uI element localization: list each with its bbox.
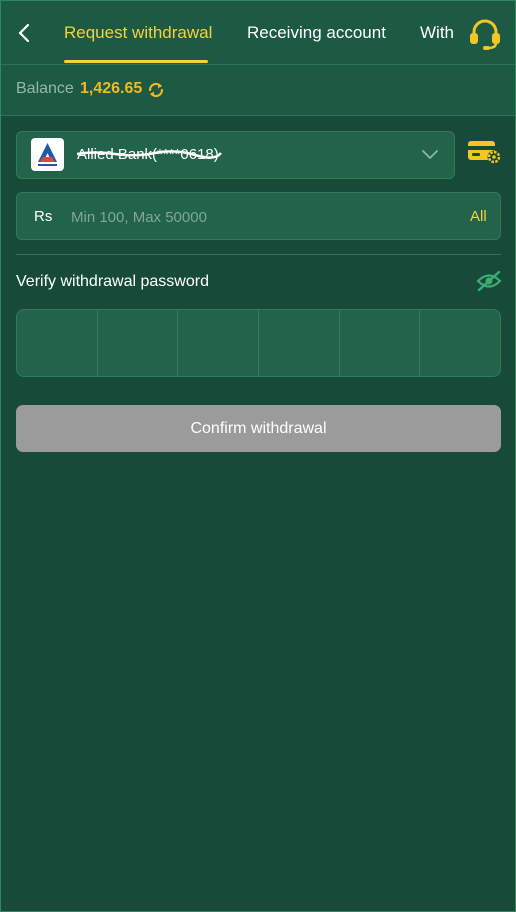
password-digit-box[interactable] — [259, 310, 340, 376]
headset-icon — [470, 19, 500, 50]
active-tab-indicator — [64, 60, 208, 63]
divider — [16, 254, 501, 255]
tab-withdrawal-history[interactable]: With — [420, 1, 454, 64]
password-digit-box[interactable] — [17, 310, 98, 376]
refresh-balance-button[interactable] — [147, 81, 165, 99]
balance-value: 1,426.65 — [80, 80, 143, 97]
balance-bar: Balance 1,426.65 — [1, 65, 515, 116]
tab-receiving-account[interactable]: Receiving account — [247, 1, 386, 64]
confirm-withdrawal-button[interactable]: Confirm withdrawal — [16, 405, 501, 452]
password-input-group — [16, 309, 501, 377]
balance-label: Balance — [16, 80, 74, 97]
refresh-icon — [148, 82, 164, 98]
redaction-strike — [76, 150, 222, 159]
bank-logo — [31, 138, 64, 171]
tab-request-withdrawal[interactable]: Request withdrawal — [64, 1, 212, 64]
card-settings-icon — [468, 141, 501, 164]
password-digit-box[interactable] — [340, 310, 421, 376]
card-settings-button[interactable] — [467, 138, 503, 166]
amount-input[interactable] — [69, 201, 453, 233]
password-digit-box[interactable] — [178, 310, 260, 376]
amount-field: Rs All — [16, 192, 501, 240]
customer-support-button[interactable] — [466, 17, 504, 51]
back-button[interactable] — [13, 19, 37, 47]
bank-account-select[interactable]: Allied Bank(****0618) — [16, 131, 455, 179]
chevron-down-icon — [422, 150, 438, 159]
password-digit-box[interactable] — [98, 310, 179, 376]
chevron-left-icon — [18, 23, 30, 43]
top-nav: Request withdrawal Receiving account Wit… — [1, 1, 515, 65]
withdraw-all-button[interactable]: All — [470, 208, 487, 225]
password-digit-box[interactable] — [420, 310, 500, 376]
password-label: Verify withdrawal password — [16, 273, 209, 290]
toggle-password-visibility[interactable] — [475, 269, 503, 293]
eye-off-icon — [476, 270, 502, 292]
allied-bank-logo — [38, 143, 57, 166]
currency-label: Rs — [34, 208, 53, 225]
